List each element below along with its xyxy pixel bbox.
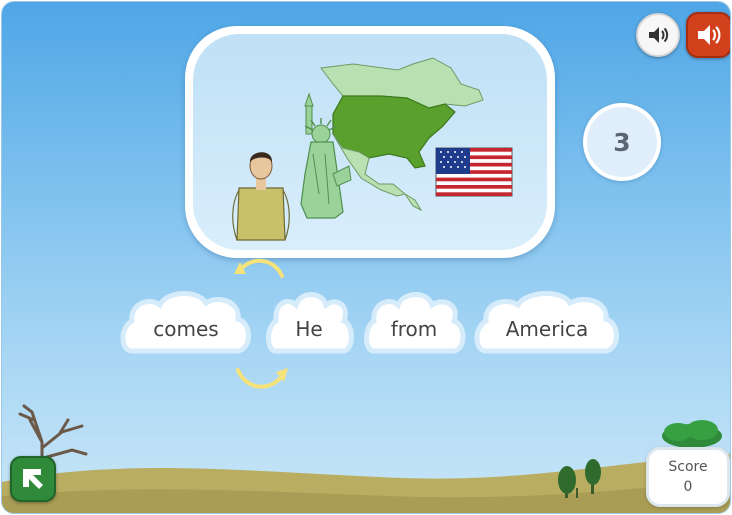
speaker-icon	[649, 27, 669, 43]
word-card[interactable]: from	[362, 285, 466, 361]
sound-toggle-button[interactable]	[686, 12, 730, 58]
bush	[662, 420, 722, 448]
word-card[interactable]: America	[472, 285, 622, 361]
score-label: Score	[668, 459, 708, 475]
round-counter-value: 3	[613, 127, 631, 157]
curved-arrow-right-icon	[236, 368, 288, 389]
picture-card	[185, 26, 555, 258]
exit-arrow-icon	[23, 469, 43, 489]
speaker-loud-icon	[698, 25, 721, 45]
exit-button[interactable]	[10, 456, 56, 502]
word-card[interactable]: comes	[118, 285, 254, 361]
round-counter: 3	[583, 103, 661, 181]
score-value: 0	[683, 479, 693, 495]
sound-button[interactable]	[636, 13, 680, 57]
picture-illustration	[193, 34, 547, 250]
us-flag	[435, 147, 513, 197]
word-label: comes	[153, 317, 219, 341]
game-stage: 3 comes He from America Score 0	[2, 2, 730, 513]
score-panel: Score 0	[646, 447, 730, 507]
word-label: America	[505, 317, 589, 341]
word-label: He	[295, 317, 323, 341]
man-figure	[232, 152, 290, 241]
word-label: from	[390, 317, 438, 341]
curved-arrow-left-icon	[234, 259, 284, 278]
word-card[interactable]: He	[264, 285, 354, 361]
